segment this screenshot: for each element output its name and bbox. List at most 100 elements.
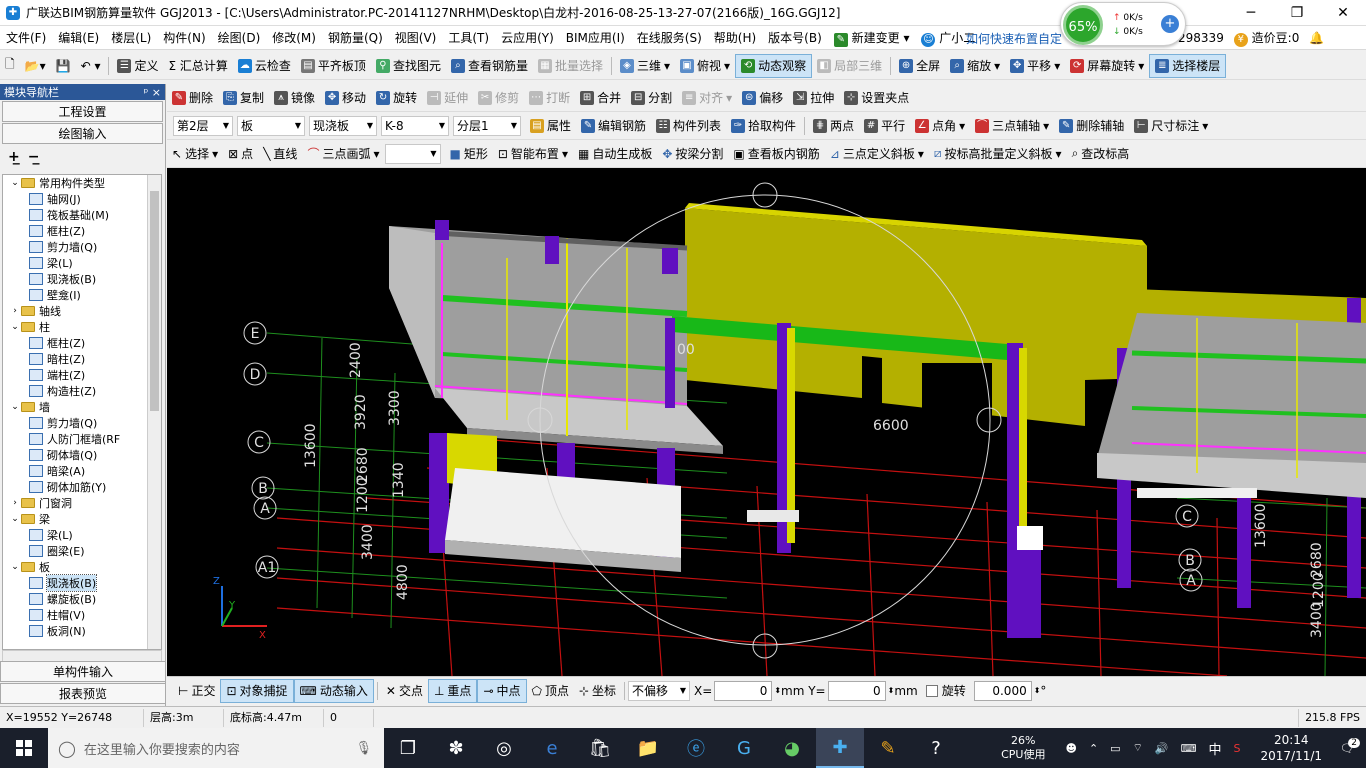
notes-app-icon[interactable]: ✎ bbox=[864, 728, 912, 768]
midpoint-snap-button[interactable]: ⊸ 中点 bbox=[477, 678, 527, 703]
tree-scrollbar[interactable] bbox=[147, 175, 161, 649]
help-link[interactable]: 如何快速布置自定 bbox=[966, 30, 1062, 47]
glodon-rebar-app-icon[interactable]: ✚ bbox=[816, 728, 864, 768]
tree-item[interactable]: 轴网(J) bbox=[3, 191, 161, 207]
properties-button[interactable]: ▤ 属性 bbox=[525, 114, 576, 138]
tree-folder[interactable]: › 轴线 bbox=[3, 303, 161, 319]
line-button[interactable]: ╲ 直线 bbox=[258, 142, 302, 166]
vertex-snap-button[interactable]: ⬠ 顶点 bbox=[527, 679, 574, 703]
top-view-button[interactable]: ▣ 俯视 ▾ bbox=[675, 54, 735, 78]
view-rebar-qty-button[interactable]: ⌕ 查看钢筋量 bbox=[446, 54, 533, 78]
x-offset-input[interactable]: 0 bbox=[714, 680, 773, 701]
tree-item[interactable]: 框柱(Z) bbox=[3, 335, 161, 351]
auto-slab-button[interactable]: ▦ 自动生成板 bbox=[573, 142, 657, 166]
menu-view[interactable]: 视图(V) bbox=[389, 29, 443, 46]
fan-app-icon[interactable]: ✽ bbox=[432, 728, 480, 768]
rotate-angle-input[interactable]: 0.000 bbox=[973, 680, 1032, 701]
dimension-button[interactable]: ⊢ 尺寸标注 ▾ bbox=[1129, 114, 1213, 138]
tree-item[interactable]: 筏板基础(M) bbox=[3, 207, 161, 223]
two-point-axis-button[interactable]: ⋕ 两点 bbox=[808, 114, 859, 138]
browser-360-icon[interactable]: ◎ bbox=[480, 728, 528, 768]
subtype-select[interactable]: 现浇板 ▼ bbox=[309, 115, 377, 136]
ie-browser-icon[interactable]: ⓔ bbox=[672, 728, 720, 768]
arc-mode-select[interactable]: ▼ bbox=[384, 143, 441, 164]
tree-item[interactable]: 构造柱(Z) bbox=[3, 383, 161, 399]
menu-version[interactable]: 版本号(B) bbox=[762, 29, 828, 46]
merge-button[interactable]: ⊞ 合并 bbox=[575, 86, 626, 110]
rotate-spin-icon[interactable]: ⬍ bbox=[1034, 686, 1041, 695]
x-spin-icon[interactable]: ⬍ bbox=[774, 686, 781, 695]
tree-item[interactable]: 砌体墙(Q) bbox=[3, 447, 161, 463]
tree-item[interactable]: 梁(L) bbox=[3, 527, 161, 543]
summary-calc-button[interactable]: Σ 汇总计算 bbox=[164, 54, 233, 78]
floor-select[interactable]: 第2层 ▼ bbox=[173, 115, 233, 136]
tree-item[interactable]: 框柱(Z) bbox=[3, 223, 161, 239]
open-file-icon[interactable]: 📂▾ bbox=[20, 54, 51, 78]
price-beans[interactable]: ¥ 造价豆:0 bbox=[1233, 29, 1299, 47]
expand-chevron-icon[interactable]: ⌄ bbox=[9, 178, 21, 188]
collapse-chevron-icon[interactable]: › bbox=[9, 306, 21, 316]
tree-item[interactable]: 砌体加筋(Y) bbox=[3, 479, 161, 495]
check-elevation-button[interactable]: ⌕ 查改标高 bbox=[1067, 142, 1135, 166]
tab-report-preview[interactable]: 报表预览 bbox=[0, 683, 166, 704]
component-list-button[interactable]: ☷ 构件列表 bbox=[651, 114, 726, 138]
define-button[interactable]: ☰ 定义 bbox=[112, 54, 163, 78]
tree-item[interactable]: 人防门框墙(RF bbox=[3, 431, 161, 447]
edge-browser-icon[interactable]: e bbox=[528, 728, 576, 768]
undo-icon[interactable]: ↶ ▾ bbox=[76, 54, 106, 78]
menu-edit[interactable]: 编辑(E) bbox=[52, 29, 105, 46]
file-explorer-icon[interactable]: 📁 bbox=[624, 728, 672, 768]
tree-item[interactable]: 端柱(Z) bbox=[3, 367, 161, 383]
maximize-button[interactable]: ❐ bbox=[1274, 0, 1320, 26]
menu-bim[interactable]: BIM应用(I) bbox=[560, 29, 631, 46]
offset-button[interactable]: ⊜ 偏移 bbox=[737, 86, 788, 110]
break-button[interactable]: ⋯ 打断 bbox=[524, 86, 575, 110]
local-3d-button[interactable]: ◧ 局部三维 bbox=[812, 54, 887, 78]
select-floor-button[interactable]: ≣ 选择楼层 bbox=[1149, 53, 1227, 78]
pan-button[interactable]: ✥ 平移 ▾ bbox=[1005, 54, 1065, 78]
select-button[interactable]: ↖ 选择 ▾ bbox=[167, 142, 223, 166]
extend-button[interactable]: ⊣ 延伸 bbox=[422, 86, 473, 110]
smart-place-button[interactable]: ⊡ 智能布置 ▾ bbox=[493, 142, 573, 166]
ime-indicator[interactable]: 中 bbox=[1209, 739, 1222, 758]
cloud-check-button[interactable]: ☁ 云检查 bbox=[233, 54, 296, 78]
pin-close-icon[interactable]: ᵖ × bbox=[144, 86, 161, 99]
menu-floor[interactable]: 楼层(L) bbox=[105, 29, 157, 46]
align-slab-top-button[interactable]: ▤ 平齐板顶 bbox=[296, 54, 371, 78]
dynamic-input-button[interactable]: ⌨ 动态输入 bbox=[293, 678, 374, 703]
delete-button[interactable]: ✎ 删除 bbox=[167, 86, 218, 110]
keyboard-icon[interactable]: ⌨ bbox=[1181, 742, 1197, 755]
delete-axis-button[interactable]: ✎ 删除辅轴 bbox=[1054, 114, 1129, 138]
perpendicular-snap-button[interactable]: ⊥ 重点 bbox=[427, 678, 478, 703]
tree-item[interactable]: 现浇板(B) bbox=[3, 271, 161, 287]
arc-button[interactable]: ⌒ 三点画弧 ▾ bbox=[302, 142, 384, 166]
tree-item[interactable]: 柱帽(V) bbox=[3, 607, 161, 623]
menu-tools[interactable]: 工具(T) bbox=[442, 29, 495, 46]
cpu-usage[interactable]: 26% CPU使用 bbox=[1001, 734, 1045, 762]
bell-icon[interactable]: 🔔 bbox=[1309, 31, 1324, 45]
expand-all-icon[interactable]: +̲ bbox=[8, 149, 20, 165]
tree-item[interactable]: 暗梁(A) bbox=[3, 463, 161, 479]
y-spin-icon[interactable]: ⬍ bbox=[888, 686, 895, 695]
taskbar-search[interactable]: ◯ 在这里输入你要搜索的内容 🎙 bbox=[48, 728, 384, 768]
start-button[interactable] bbox=[0, 728, 48, 768]
batch-slope-button[interactable]: ⧄ 按标高批量定义斜板 ▾ bbox=[929, 142, 1067, 166]
tree-item[interactable]: 暗柱(Z) bbox=[3, 351, 161, 367]
new-file-icon[interactable]: 🗋 bbox=[0, 54, 20, 78]
volume-icon[interactable]: 🔊 bbox=[1155, 742, 1169, 755]
stretch-button[interactable]: ⇲ 拉伸 bbox=[788, 86, 839, 110]
tree-item[interactable]: 剪力墙(Q) bbox=[3, 239, 161, 255]
tab-single-input[interactable]: 单构件输入 bbox=[0, 661, 166, 682]
tree-folder[interactable]: › 门窗洞 bbox=[3, 495, 161, 511]
layer-select[interactable]: 分层1 ▼ bbox=[453, 115, 521, 136]
dynamic-observe-button[interactable]: ⟲ 动态观察 bbox=[735, 53, 813, 78]
view-slab-rebar-button[interactable]: ▣ 查看板内钢筋 bbox=[728, 142, 824, 166]
mirror-button[interactable]: ⩚ 镜像 bbox=[269, 86, 320, 110]
parallel-axis-button[interactable]: # 平行 bbox=[859, 114, 910, 138]
tree-item[interactable]: 板洞(N) bbox=[3, 623, 161, 639]
help-app-icon[interactable]: ? bbox=[912, 728, 960, 768]
split-button[interactable]: ⊟ 分割 bbox=[626, 86, 677, 110]
edit-rebar-button[interactable]: ✎ 编辑钢筋 bbox=[576, 114, 651, 138]
collapse-chevron-icon[interactable]: › bbox=[9, 498, 21, 508]
point-angle-button[interactable]: ∠ 点角 ▾ bbox=[910, 114, 970, 138]
